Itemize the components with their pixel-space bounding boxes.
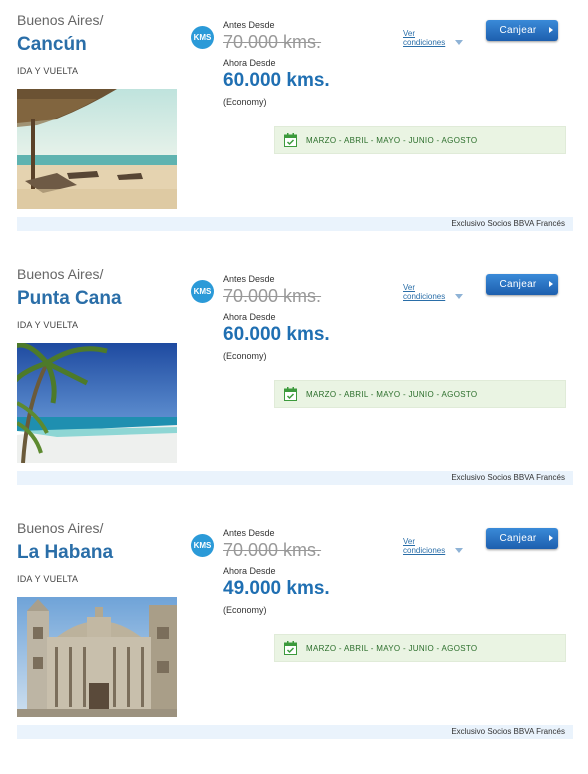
before-price-label: Antes Desde <box>223 274 275 284</box>
calendar-check-icon <box>284 387 297 401</box>
exclusive-text: Exclusivo Socios BBVA Francés <box>451 219 565 228</box>
cabin-class-label: (Economy) <box>223 97 267 107</box>
travel-months-bar: MARZO - ABRIL - MAYO - JUNIO - AGOSTO <box>274 126 566 154</box>
chevron-down-icon[interactable] <box>455 294 463 299</box>
redeem-button[interactable]: Canjear <box>486 528 558 549</box>
trip-type-label: IDA Y VUELTA <box>17 66 79 76</box>
chevron-down-icon[interactable] <box>455 548 463 553</box>
kms-icon: KMS <box>191 534 214 557</box>
origin-label: Buenos Aires/ <box>17 12 104 28</box>
calendar-check-icon <box>284 641 297 655</box>
destination-photo[interactable] <box>17 89 177 209</box>
origin-label: Buenos Aires/ <box>17 520 104 536</box>
before-price-label: Antes Desde <box>223 528 275 538</box>
now-price-label: Ahora Desde <box>223 566 276 576</box>
cabin-class-label: (Economy) <box>223 605 267 615</box>
before-price-label: Antes Desde <box>223 20 275 30</box>
trip-type-label: IDA Y VUELTA <box>17 320 79 330</box>
now-price-label: Ahora Desde <box>223 58 276 68</box>
now-price-value: 60.000 kms. <box>223 324 330 345</box>
now-price-value: 49.000 kms. <box>223 578 330 599</box>
destination-photo[interactable] <box>17 343 177 463</box>
offer-card: Buenos Aires/ Punta Cana IDA Y VUELTA KM… <box>0 266 588 520</box>
conditions-link[interactable]: Ver condiciones <box>403 283 453 301</box>
calendar-check-icon <box>284 133 297 147</box>
exclusive-banner: Exclusivo Socios BBVA Francés <box>17 217 573 231</box>
redeem-button-label: Canjear <box>499 25 537 36</box>
arrow-right-icon <box>549 535 553 541</box>
exclusive-text: Exclusivo Socios BBVA Francés <box>451 727 565 736</box>
trip-type-label: IDA Y VUELTA <box>17 574 79 584</box>
travel-months-text: MARZO - ABRIL - MAYO - JUNIO - AGOSTO <box>306 136 478 145</box>
redeem-button-label: Canjear <box>499 533 537 544</box>
exclusive-text: Exclusivo Socios BBVA Francés <box>451 473 565 482</box>
conditions-link[interactable]: Ver condiciones <box>403 537 453 555</box>
arrow-right-icon <box>549 27 553 33</box>
kms-icon: KMS <box>191 26 214 49</box>
before-price-value: 70.000 kms. <box>223 540 322 560</box>
redeem-button-label: Canjear <box>499 279 537 290</box>
travel-months-text: MARZO - ABRIL - MAYO - JUNIO - AGOSTO <box>306 390 478 399</box>
exclusive-banner: Exclusivo Socios BBVA Francés <box>17 471 573 485</box>
destination-title[interactable]: Punta Cana <box>17 288 122 310</box>
destination-title[interactable]: Cancún <box>17 34 87 56</box>
cabin-class-label: (Economy) <box>223 351 267 361</box>
offer-card: Buenos Aires/ Cancún IDA Y VUELTA KMS An… <box>0 12 588 266</box>
offer-card: Buenos Aires/ La Habana IDA Y VUELTA KMS… <box>0 520 588 774</box>
conditions-link[interactable]: Ver condiciones <box>403 29 453 47</box>
chevron-down-icon[interactable] <box>455 40 463 45</box>
now-price-value: 60.000 kms. <box>223 70 330 91</box>
destination-title[interactable]: La Habana <box>17 542 113 564</box>
before-price-value: 70.000 kms. <box>223 32 322 52</box>
arrow-right-icon <box>549 281 553 287</box>
origin-label: Buenos Aires/ <box>17 266 104 282</box>
redeem-button[interactable]: Canjear <box>486 274 558 295</box>
travel-months-bar: MARZO - ABRIL - MAYO - JUNIO - AGOSTO <box>274 634 566 662</box>
exclusive-banner: Exclusivo Socios BBVA Francés <box>17 725 573 739</box>
travel-months-bar: MARZO - ABRIL - MAYO - JUNIO - AGOSTO <box>274 380 566 408</box>
destination-photo[interactable] <box>17 597 177 717</box>
now-price-label: Ahora Desde <box>223 312 276 322</box>
redeem-button[interactable]: Canjear <box>486 20 558 41</box>
kms-icon: KMS <box>191 280 214 303</box>
before-price-value: 70.000 kms. <box>223 286 322 306</box>
travel-months-text: MARZO - ABRIL - MAYO - JUNIO - AGOSTO <box>306 644 478 653</box>
